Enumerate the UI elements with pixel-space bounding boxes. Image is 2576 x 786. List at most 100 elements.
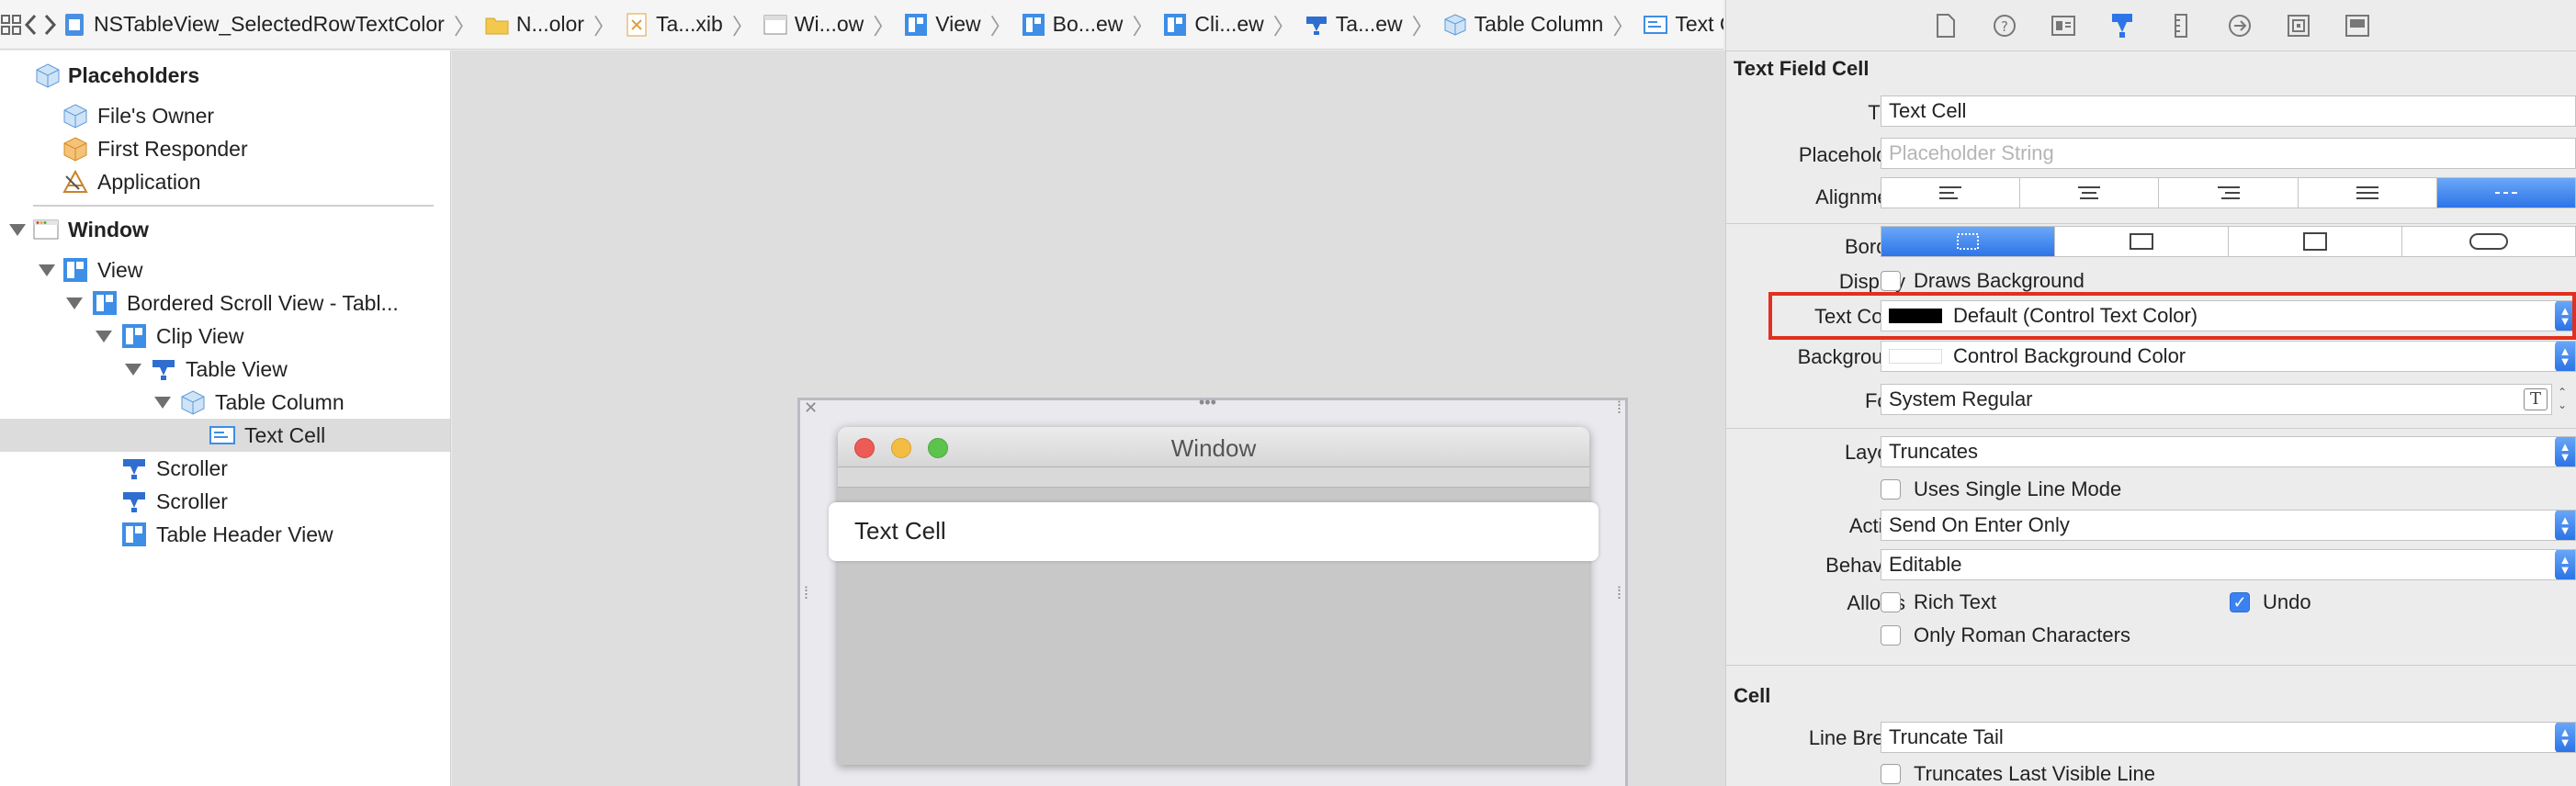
- outline-item-scroller-2[interactable]: Scroller: [0, 485, 450, 518]
- layout-popup[interactable]: Truncates ▲ ▼: [1881, 436, 2576, 467]
- outline-item-first-responder[interactable]: First Responder: [0, 132, 450, 165]
- action-popup[interactable]: Send On Enter Only ▲ ▼: [1881, 510, 2576, 541]
- outline-item-view[interactable]: View: [0, 253, 450, 286]
- outline-item-scroller-1[interactable]: Scroller: [0, 452, 450, 485]
- truncates-last-line-checkbox[interactable]: [1881, 764, 1901, 784]
- resize-handle-icon[interactable]: •••: [1199, 393, 1216, 412]
- file-inspector-icon[interactable]: [1930, 10, 1961, 41]
- border-none-icon[interactable]: [1881, 227, 2055, 256]
- disclosure-triangle-icon[interactable]: [154, 397, 171, 409]
- chevron-right-icon: 〉: [1272, 15, 1295, 39]
- border-line-icon[interactable]: [2055, 227, 2229, 256]
- close-icon[interactable]: ✕: [804, 399, 818, 418]
- rich-text-row[interactable]: Rich Text: [1881, 590, 1996, 614]
- align-natural-icon[interactable]: [2436, 178, 2576, 208]
- resize-handle-icon[interactable]: ⁞: [804, 584, 808, 603]
- behavior-popup[interactable]: Editable ▲ ▼: [1881, 549, 2576, 580]
- grid-icon[interactable]: [0, 6, 22, 43]
- identity-inspector-icon[interactable]: [2048, 10, 2079, 41]
- window-icon: [763, 15, 787, 34]
- window-titlebar[interactable]: Window: [838, 427, 1589, 467]
- breadcrumb-bordered-scroll-view[interactable]: Bo...ew: [1018, 12, 1127, 37]
- breadcrumb-view[interactable]: View: [900, 12, 984, 37]
- popup-arrows-icon: ▲ ▼: [2555, 342, 2575, 371]
- breadcrumb-folder[interactable]: N...olor: [481, 12, 588, 37]
- outline-item-table-view[interactable]: Table View: [0, 353, 450, 386]
- table-header: [838, 467, 1589, 488]
- window-icon: [33, 219, 59, 240]
- border-rounded-icon[interactable]: [2402, 227, 2575, 256]
- tableview-icon: [1305, 16, 1327, 35]
- disclosure-triangle-icon[interactable]: [96, 331, 112, 342]
- background-color-popup[interactable]: Control Background Color ▲ ▼: [1881, 341, 2576, 372]
- first-responder-cube-icon: [63, 137, 87, 162]
- view-effects-inspector-icon[interactable]: [2342, 10, 2373, 41]
- bindings-inspector-icon[interactable]: [2283, 10, 2314, 41]
- draws-background-checkbox[interactable]: [1881, 271, 1901, 291]
- breadcrumb-xib[interactable]: Ta...xib: [621, 12, 727, 37]
- disclosure-triangle-icon[interactable]: [9, 224, 26, 236]
- align-left-icon[interactable]: [1881, 178, 2021, 208]
- title-value: Text Cell: [1889, 99, 1967, 122]
- line-break-popup[interactable]: Truncate Tail ▲ ▼: [1881, 722, 2576, 753]
- chevron-right-icon: 〉: [731, 15, 754, 39]
- attributes-inspector-icon[interactable]: [2107, 10, 2138, 41]
- forward-arrow-icon[interactable]: [40, 6, 59, 43]
- interface-builder-canvas[interactable]: ✕ ••• ⁞ ⁞ ⁞ Window Text Cell: [452, 51, 1725, 786]
- draws-background-checkbox-row[interactable]: Draws Background: [1881, 269, 2085, 293]
- outline-item-clip-view[interactable]: Clip View: [0, 320, 450, 353]
- align-right-icon[interactable]: [2159, 178, 2299, 208]
- help-icon[interactable]: ?: [1989, 10, 2020, 41]
- outline-item-table-column[interactable]: Table Column: [0, 386, 450, 419]
- outline-item-bordered-scroll-view[interactable]: Bordered Scroll View - Tabl...: [0, 286, 450, 320]
- back-arrow-icon[interactable]: [22, 6, 40, 43]
- title-field[interactable]: Text Cell: [1881, 95, 2576, 127]
- divider: [1726, 428, 2576, 429]
- outline-placeholders-header[interactable]: Placeholders: [0, 59, 450, 92]
- breadcrumb-window[interactable]: Wi...ow: [760, 12, 867, 37]
- align-center-icon[interactable]: [2020, 178, 2160, 208]
- folder-icon: [485, 17, 509, 34]
- border-segmented-control[interactable]: [1881, 226, 2576, 257]
- outline-item-files-owner[interactable]: File's Owner: [0, 99, 450, 132]
- breadcrumb-table-column[interactable]: Table Column: [1440, 12, 1608, 37]
- resize-handle-icon[interactable]: ⁞: [1617, 399, 1621, 418]
- outline-item-window[interactable]: Window: [0, 213, 450, 246]
- breadcrumb-table-view[interactable]: Ta...ew: [1301, 12, 1407, 37]
- only-roman-checkbox[interactable]: [1881, 625, 1901, 646]
- only-roman-row[interactable]: Only Roman Characters: [1881, 623, 2130, 647]
- connections-inspector-icon[interactable]: [2224, 10, 2255, 41]
- preview-window[interactable]: Window Text Cell: [829, 427, 1599, 765]
- truncates-last-line-row[interactable]: Truncates Last Visible Line: [1881, 762, 2155, 786]
- resize-handle-icon[interactable]: ⁞: [1617, 584, 1621, 603]
- outline-item-text-cell[interactable]: Text Cell: [0, 419, 450, 452]
- font-field[interactable]: System Regular T: [1881, 384, 2552, 415]
- outline-item-table-header-view[interactable]: Table Header View: [0, 518, 450, 551]
- placeholder-field[interactable]: Placeholder String: [1881, 138, 2576, 169]
- undo-row[interactable]: ✓ Undo: [2230, 590, 2311, 614]
- cube-icon: [36, 63, 60, 88]
- breadcrumb-text-cell[interactable]: Text Cell: [1640, 12, 1723, 37]
- outline-label: Text Cell: [244, 422, 326, 447]
- outline-item-application[interactable]: Application: [0, 165, 450, 198]
- text-cell[interactable]: Text Cell: [854, 517, 946, 545]
- uses-single-line-mode-checkbox[interactable]: [1881, 479, 1901, 500]
- rich-text-checkbox[interactable]: [1881, 592, 1901, 612]
- uses-single-line-mode-row[interactable]: Uses Single Line Mode: [1881, 477, 2121, 501]
- font-size-stepper-icon[interactable]: ⌃ ⌄: [2558, 386, 2572, 413]
- font-picker-icon[interactable]: T: [2524, 388, 2548, 410]
- disclosure-triangle-icon[interactable]: [39, 264, 55, 276]
- breadcrumb-clip-view[interactable]: Cli...ew: [1159, 12, 1267, 37]
- disclosure-triangle-icon[interactable]: [66, 298, 83, 309]
- alignment-segmented-control[interactable]: [1881, 177, 2576, 208]
- border-bezel-icon[interactable]: [2229, 227, 2402, 256]
- disclosure-triangle-icon[interactable]: [125, 364, 141, 376]
- outline-label: Table Header View: [156, 522, 333, 546]
- undo-checkbox[interactable]: ✓: [2230, 592, 2250, 612]
- table-row[interactable]: Text Cell: [829, 502, 1599, 561]
- align-justify-icon[interactable]: [2299, 178, 2437, 208]
- size-inspector-icon[interactable]: [2165, 10, 2197, 41]
- popup-arrows-icon: ▲ ▼: [2555, 550, 2575, 579]
- outline-label: Bordered Scroll View - Tabl...: [127, 290, 399, 315]
- breadcrumb-project[interactable]: NSTableView_SelectedRowTextColor: [59, 12, 448, 37]
